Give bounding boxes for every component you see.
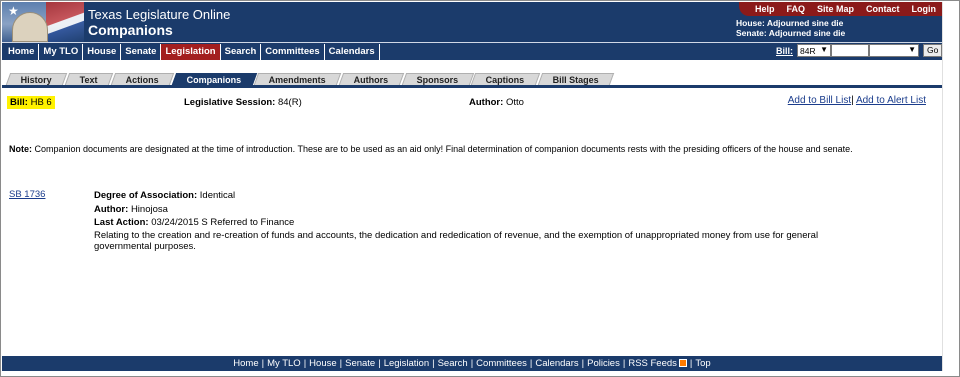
add-to-bill-list-link[interactable]: Add to Bill List <box>788 95 851 106</box>
footer-search-link[interactable]: Search <box>438 358 468 369</box>
login-link[interactable]: Login <box>906 2 943 16</box>
companion-note: Note: Companion documents are designated… <box>9 144 929 155</box>
bill-badge-label: Bill: <box>10 97 28 108</box>
list-links: Add to Bill List| Add to Alert List <box>788 95 926 106</box>
companion-details: Degree of Association: Identical Author:… <box>94 189 854 252</box>
page-title: Companions <box>88 22 173 38</box>
bill-author: Author: Otto <box>469 97 524 108</box>
last-action-label: Last Action: <box>94 217 149 228</box>
star-icon: ★ <box>8 4 19 18</box>
bill-tabs-area: History Text Actions Companions Amendmen… <box>2 60 942 88</box>
link-separator: | <box>851 95 854 106</box>
chamber-select[interactable]: ▼ <box>869 44 919 57</box>
footer-calendars-link[interactable]: Calendars <box>535 358 578 369</box>
degree-label: Degree of Association: <box>94 190 198 201</box>
legislative-session: Legislative Session: 84(R) <box>184 97 302 108</box>
contact-link[interactable]: Contact <box>860 2 906 16</box>
rss-icon[interactable] <box>678 359 687 368</box>
footer-policies-link[interactable]: Policies <box>587 358 620 369</box>
bill-number: HB 6 <box>30 97 52 108</box>
nav-my-tlo[interactable]: My TLO <box>39 44 84 60</box>
footer-top-link[interactable]: Top <box>695 358 710 369</box>
nav-committees[interactable]: Committees <box>261 44 325 60</box>
nav-calendars[interactable]: Calendars <box>325 44 380 60</box>
house-status: House: Adjourned sine die <box>736 18 844 28</box>
footer-house-link[interactable]: House <box>309 358 336 369</box>
footer-legislation-link[interactable]: Legislation <box>384 358 429 369</box>
nav-senate[interactable]: Senate <box>121 44 162 60</box>
last-action: Last Action: 03/24/2015 S Referred to Fi… <box>94 216 854 230</box>
nav-legislation[interactable]: Legislation <box>161 44 221 60</box>
capitol-logo[interactable]: ★ <box>2 2 84 42</box>
companion-author-label: Author: <box>94 203 129 215</box>
tab-captions[interactable]: Captions <box>471 73 541 85</box>
bill-quick-search: Bill: 84R ▼ ▼ Go <box>776 44 943 57</box>
site-header: ★ Texas Legislature Online Companions He… <box>2 2 942 42</box>
tab-sponsors[interactable]: Sponsors <box>401 73 474 85</box>
tab-authors[interactable]: Authors <box>339 73 405 85</box>
author-label: Author: <box>469 97 504 108</box>
footer-home-link[interactable]: Home <box>233 358 258 369</box>
bill-number-input[interactable] <box>831 44 869 57</box>
nav-house[interactable]: House <box>83 44 122 60</box>
session-select[interactable]: 84R ▼ <box>797 44 831 57</box>
note-label: Note: <box>9 144 32 154</box>
utility-links: Help FAQ Site Map Contact Login <box>738 2 943 16</box>
tab-text[interactable]: Text <box>64 73 114 85</box>
tab-actions[interactable]: Actions <box>110 73 175 85</box>
companion-author-value: Hinojosa <box>130 203 168 215</box>
tab-bill-stages[interactable]: Bill Stages <box>537 73 615 85</box>
companion-description: Relating to the creation and re-creation… <box>94 229 819 252</box>
bill-label: Bill: <box>776 45 793 56</box>
footer-committees-link[interactable]: Committees <box>476 358 527 369</box>
add-to-alert-list-link[interactable]: Add to Alert List <box>856 95 926 106</box>
footer-senate-link[interactable]: Senate <box>345 358 375 369</box>
chamber-status: House: Adjourned sine die Senate: Adjour… <box>736 18 845 38</box>
companion-author: Author: Hinojosa <box>94 203 854 217</box>
tab-history[interactable]: History <box>5 73 68 85</box>
bill-badge: Bill: HB 6 <box>7 96 55 109</box>
bill-tabs: History Text Actions Companions Amendmen… <box>5 73 615 85</box>
companion-bill-link[interactable]: SB 1736 <box>9 189 45 200</box>
site-footer: Home | My TLO | House | Senate | Legislation | Sea… <box>2 356 942 371</box>
help-link[interactable]: Help <box>749 2 781 16</box>
chevron-down-icon: ▼ <box>908 45 916 54</box>
main-nav-items: Home My TLO House Senate Legislation Sea… <box>4 44 380 60</box>
nav-search[interactable]: Search <box>221 44 262 60</box>
degree-of-association: Degree of Association: Identical <box>94 189 854 203</box>
last-action-value: 03/24/2015 S Referred to Finance <box>151 217 295 228</box>
tab-amendments[interactable]: Amendments <box>254 73 342 85</box>
footer-rss-feeds-link[interactable]: RSS Feeds <box>628 358 677 369</box>
main-nav: Home My TLO House Senate Legislation Sea… <box>2 42 943 60</box>
faq-link[interactable]: FAQ <box>780 2 811 16</box>
main-content: Bill: HB 6 Legislative Session: 84(R) Au… <box>2 88 942 356</box>
footer-my-tlo-link[interactable]: My TLO <box>267 358 301 369</box>
site-title: Texas Legislature Online <box>88 7 231 22</box>
session-select-value: 84R <box>800 45 816 56</box>
degree-value: Identical <box>199 190 236 201</box>
author-value: Otto <box>505 97 524 108</box>
vertical-scrollbar[interactable] <box>942 2 959 371</box>
chevron-down-icon: ▼ <box>820 45 828 54</box>
texas-flag-graphic <box>46 2 84 42</box>
browser-frame: ★ Texas Legislature Online Companions He… <box>0 0 960 377</box>
senate-status: Senate: Adjourned sine die <box>736 28 846 38</box>
tab-companions[interactable]: Companions <box>171 73 257 85</box>
session-value: 84(R) <box>277 97 302 108</box>
site-map-link[interactable]: Site Map <box>811 2 860 16</box>
note-text: Companion documents are designated at th… <box>34 144 853 154</box>
go-button[interactable]: Go <box>923 44 943 57</box>
session-label: Legislative Session: <box>184 97 276 108</box>
nav-home[interactable]: Home <box>4 44 40 60</box>
